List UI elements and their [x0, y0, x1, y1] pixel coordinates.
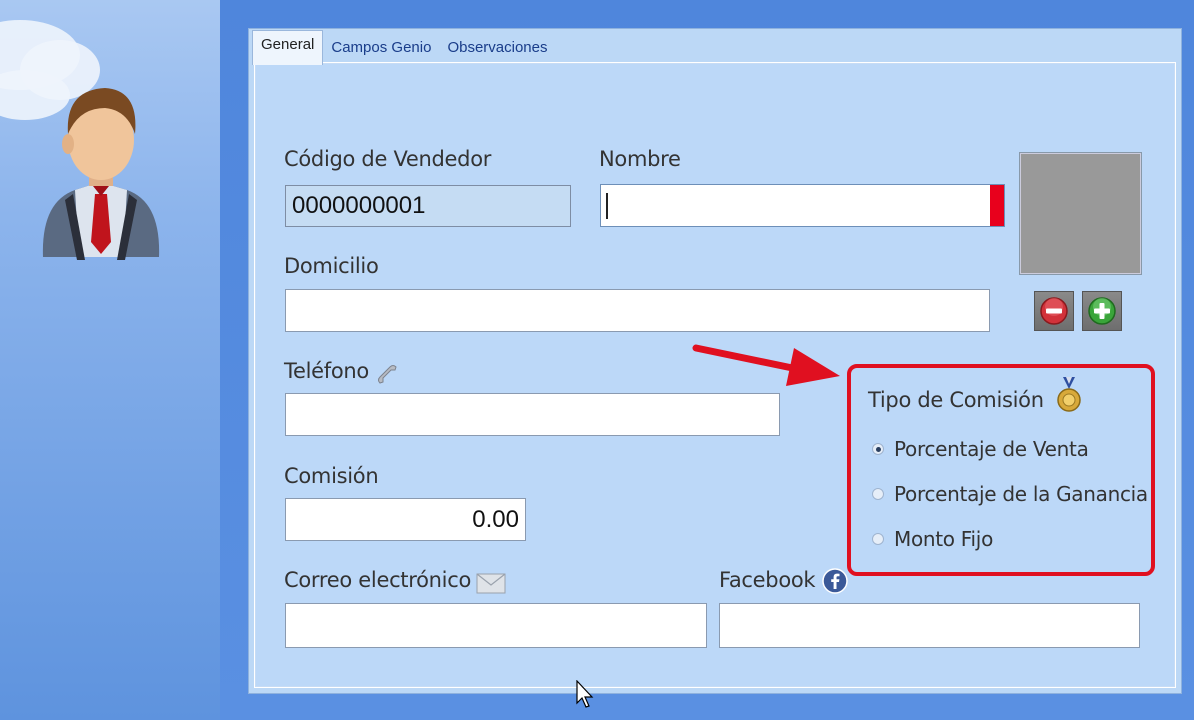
phone-icon — [378, 365, 397, 384]
radio-monto-fijo[interactable]: Monto Fijo — [872, 527, 993, 551]
telefono-field[interactable] — [285, 393, 780, 436]
radio-porcentaje-ganancia[interactable]: Porcentaje de la Ganancia — [872, 482, 1148, 506]
minus-icon — [1040, 297, 1068, 325]
correo-input[interactable] — [286, 604, 706, 647]
radio-label: Porcentaje de Venta — [894, 437, 1089, 461]
add-photo-button[interactable] — [1082, 291, 1122, 331]
tipo-comision-title: Tipo de Comisión — [868, 388, 1044, 412]
radio-label: Monto Fijo — [894, 527, 994, 551]
nombre-label: Nombre — [599, 147, 681, 171]
domicilio-label: Domicilio — [284, 254, 379, 278]
nombre-input[interactable] — [601, 185, 991, 226]
facebook-label: Facebook — [719, 568, 816, 592]
tab-bar: General Campos Genio Observaciones — [252, 30, 556, 65]
annotation-arrow-icon — [692, 344, 840, 386]
tab-general[interactable]: General — [252, 30, 324, 65]
codigo-field[interactable] — [285, 185, 571, 227]
comision-label: Comisión — [284, 464, 379, 488]
comision-input[interactable] — [286, 499, 525, 540]
user-avatar-icon — [42, 88, 160, 260]
telefono-label: Teléfono — [284, 359, 369, 383]
mouse-pointer-icon — [576, 680, 594, 708]
envelope-icon — [476, 573, 506, 594]
radio-button[interactable] — [872, 533, 884, 545]
radio-button[interactable] — [872, 443, 884, 455]
plus-icon — [1088, 297, 1116, 325]
codigo-label: Código de Vendedor — [284, 147, 492, 171]
medal-icon — [1057, 377, 1081, 412]
domicilio-field[interactable] — [285, 289, 990, 332]
radio-porcentaje-venta[interactable]: Porcentaje de Venta — [872, 437, 1089, 461]
text-cursor — [606, 193, 608, 219]
photo-placeholder[interactable] — [1020, 153, 1141, 274]
required-marker — [990, 185, 1004, 226]
radio-button[interactable] — [872, 488, 884, 500]
radio-label: Porcentaje de la Ganancia — [894, 482, 1148, 506]
telefono-input[interactable] — [286, 394, 779, 435]
facebook-field[interactable] — [719, 603, 1140, 648]
comision-field[interactable] — [285, 498, 526, 541]
facebook-icon — [822, 568, 848, 594]
facebook-input[interactable] — [720, 604, 1139, 647]
tab-campos-genio[interactable]: Campos Genio — [323, 32, 439, 64]
correo-label: Correo electrónico — [284, 568, 472, 592]
correo-field[interactable] — [285, 603, 707, 648]
sidebar — [0, 0, 220, 720]
domicilio-input[interactable] — [286, 290, 989, 331]
nombre-field[interactable] — [600, 184, 1005, 227]
codigo-input[interactable] — [286, 186, 570, 226]
remove-photo-button[interactable] — [1034, 291, 1074, 331]
tab-observaciones[interactable]: Observaciones — [439, 32, 555, 64]
